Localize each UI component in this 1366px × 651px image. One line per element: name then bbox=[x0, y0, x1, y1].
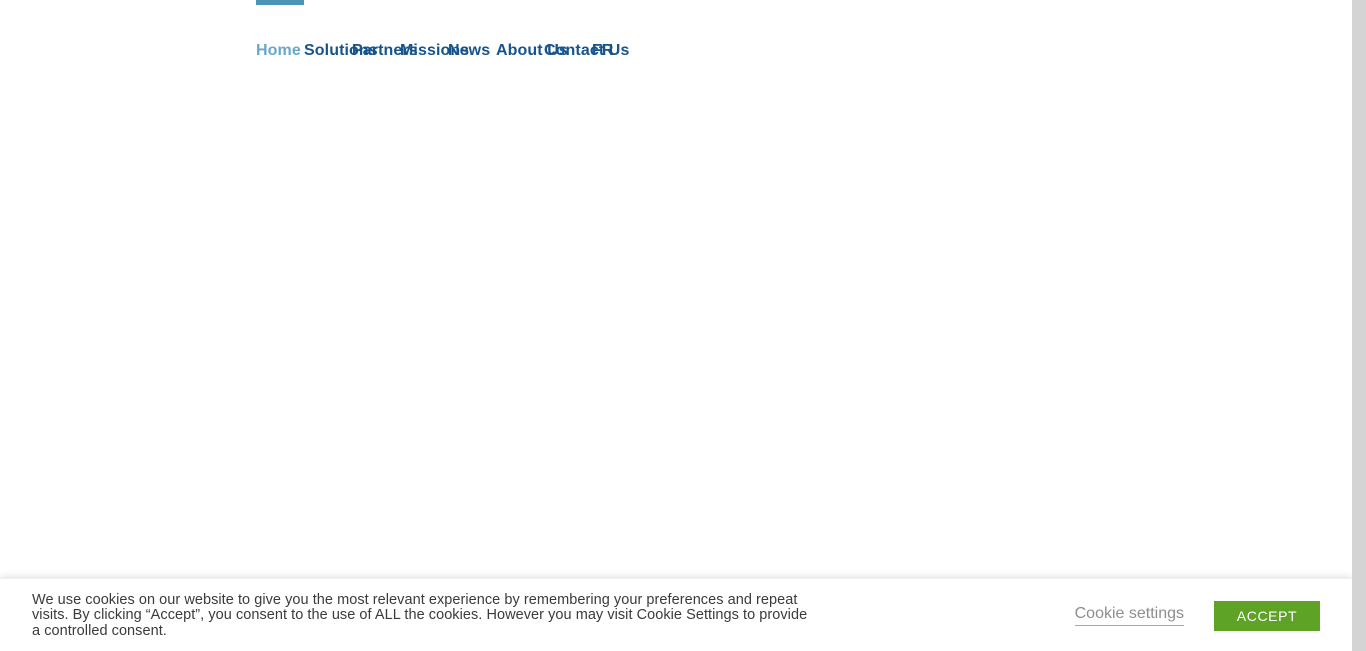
main-navigation: Home Solutions Partners Missions News Ab… bbox=[256, 0, 629, 80]
nav-label-contact-us: Contact Us bbox=[544, 42, 630, 59]
vertical-scrollbar-thumb[interactable] bbox=[1352, 0, 1366, 651]
cookie-message-line-3: a controlled consent. bbox=[32, 622, 167, 639]
cookie-settings-link[interactable]: Cookie settings bbox=[1074, 605, 1184, 626]
page-root: Home Solutions Partners Missions News Ab… bbox=[0, 0, 1366, 651]
nav-label-language-fr: FR bbox=[592, 42, 614, 59]
active-nav-indicator bbox=[256, 0, 304, 5]
nav-label-home: Home bbox=[256, 42, 301, 59]
accept-cookies-button[interactable]: ACCEPT bbox=[1214, 600, 1320, 631]
cookie-consent-banner: We use cookies on our website to give yo… bbox=[0, 578, 1352, 651]
cookie-consent-message: We use cookies on our website to give yo… bbox=[32, 592, 952, 639]
vertical-scrollbar[interactable] bbox=[1352, 0, 1366, 651]
cookie-banner-actions: Cookie settings ACCEPT bbox=[1074, 579, 1320, 651]
nav-label-news: News bbox=[448, 42, 491, 59]
cookie-message-line-1: We use cookies on our website to give yo… bbox=[32, 592, 798, 608]
site-header: Home Solutions Partners Missions News Ab… bbox=[0, 0, 1352, 80]
browser-viewport: Home Solutions Partners Missions News Ab… bbox=[0, 0, 1352, 651]
cookie-message-line-2: visits. By clicking “Accept”, you consen… bbox=[32, 607, 808, 624]
main-content-area bbox=[0, 80, 1352, 578]
